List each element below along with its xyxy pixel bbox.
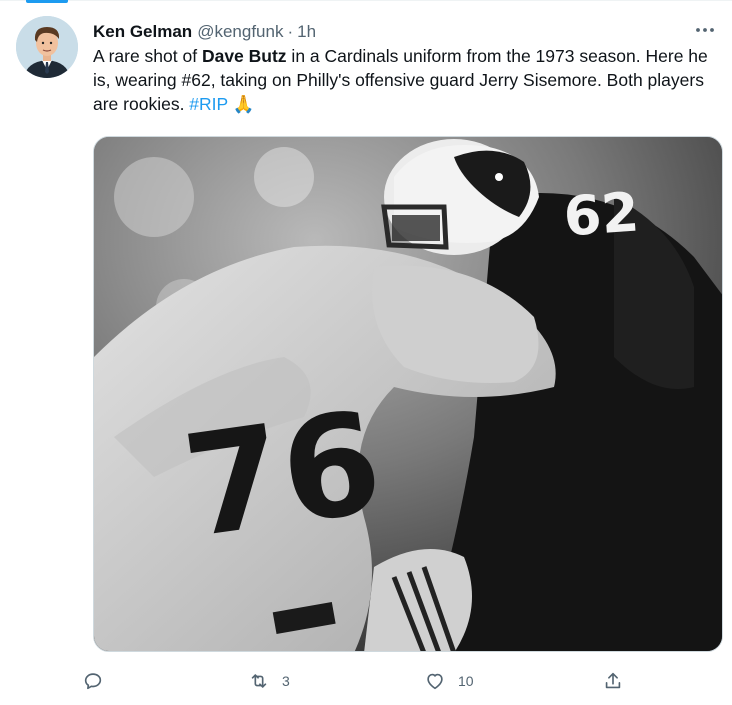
like-count: 10 xyxy=(458,673,474,689)
jersey-number-dark: 62 xyxy=(562,180,641,248)
tweet[interactable]: Ken Gelman @kengfunk · 1h A rare shot of… xyxy=(0,0,732,705)
hashtag-link[interactable]: #RIP xyxy=(189,94,228,114)
tweet-text-part1: A rare shot of xyxy=(93,46,202,66)
like-button[interactable]: 10 xyxy=(424,666,474,696)
author-name[interactable]: Ken Gelman xyxy=(93,22,192,42)
tweet-actions: 3 10 xyxy=(82,666,642,696)
retweet-button[interactable]: 3 xyxy=(248,666,290,696)
heart-icon xyxy=(427,673,443,690)
tweet-text: A rare shot of Dave Butz in a Cardinals … xyxy=(93,44,718,116)
tweet-header: Ken Gelman @kengfunk · 1h xyxy=(93,21,316,43)
more-icon[interactable] xyxy=(692,20,718,40)
avatar-illustration xyxy=(16,16,78,78)
share-button[interactable] xyxy=(602,666,624,696)
share-icon xyxy=(605,672,621,689)
avatar[interactable] xyxy=(16,16,78,78)
retweet-icon xyxy=(251,674,267,688)
tweet-photo[interactable]: 76 62 xyxy=(93,136,723,652)
pray-emoji: 🙏 xyxy=(232,94,255,114)
tweet-text-bold: Dave Butz xyxy=(201,46,287,66)
author-handle[interactable]: @kengfunk xyxy=(197,22,283,42)
reply-button[interactable] xyxy=(82,666,116,696)
football-photo: 76 62 xyxy=(94,137,722,651)
reply-icon xyxy=(84,673,102,690)
separator: · xyxy=(287,22,294,41)
timestamp[interactable]: 1h xyxy=(297,22,316,42)
jersey-number-light: 76 xyxy=(175,381,391,570)
retweet-count: 3 xyxy=(282,673,290,689)
